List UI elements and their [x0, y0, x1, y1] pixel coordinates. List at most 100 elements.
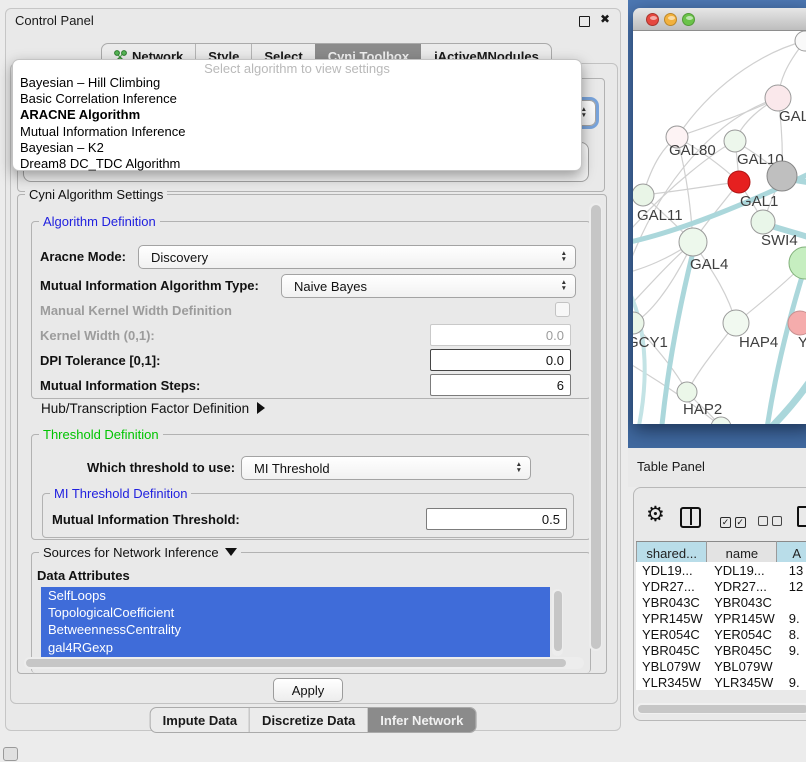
table-panel-title: Table Panel — [637, 459, 705, 474]
table-cell[interactable]: YDR27... — [708, 578, 783, 594]
dpi-tolerance-field[interactable]: 0.0 — [430, 349, 571, 371]
dropdown-item[interactable]: ARACNE Algorithm — [13, 107, 581, 123]
combobox-stepper-icon: ▲▼ — [561, 251, 567, 263]
network-collection-value: gal-filtered.sif default node — [26, 179, 190, 182]
attribute-list-item[interactable]: gal4RGexp — [41, 639, 550, 656]
table-cell[interactable] — [783, 658, 806, 674]
settings-group-title: Cyni Algorithm Settings — [25, 187, 167, 202]
table-cell[interactable]: YBR045C — [636, 642, 708, 658]
table-cell[interactable]: YER054C — [708, 626, 783, 642]
table-row[interactable]: YBL079WYBL079W — [636, 658, 806, 674]
network-node-gal10[interactable] — [724, 130, 746, 152]
network-node-hap4[interactable] — [723, 310, 749, 336]
mi-type-combobox[interactable]: Naive Bayes ▲▼ — [281, 274, 576, 298]
kernel-width-field[interactable]: 0.0 — [430, 324, 571, 346]
zoom-window-icon[interactable] — [682, 13, 695, 26]
table-cell[interactable]: YBL079W — [636, 658, 708, 674]
table-cell[interactable]: YLR345W — [636, 674, 708, 690]
data-attributes-label: Data Attributes — [37, 568, 130, 583]
network-node-gal4[interactable] — [679, 228, 707, 256]
combobox-stepper-icon: ▲▼ — [516, 462, 522, 474]
table-row[interactable]: YDR27...YDR27...12 — [636, 578, 806, 594]
manual-kernel-checkbox[interactable] — [555, 302, 570, 317]
table-cell[interactable] — [783, 594, 806, 610]
aracne-mode-value: Discovery — [139, 250, 561, 265]
table-row[interactable]: YBR043CYBR043C — [636, 594, 806, 610]
algorithm-definition-title: Algorithm Definition — [39, 214, 160, 229]
minimize-window-icon[interactable] — [664, 13, 677, 26]
table-row[interactable]: YPR145WYPR145W9. — [636, 610, 806, 626]
network-node-swi4[interactable] — [751, 210, 775, 234]
network-node-gal11[interactable] — [633, 184, 654, 206]
attribute-list-item[interactable]: SelfLoops — [41, 587, 550, 604]
node-label: GAL1 — [740, 193, 778, 210]
attribute-list-item[interactable]: TopologicalCoefficient — [41, 604, 550, 621]
gear-icon[interactable]: ⚙ — [646, 502, 665, 527]
tab-impute-data[interactable]: Impute Data — [151, 708, 249, 732]
attribute-list-item[interactable]: BetweennessCentrality — [41, 621, 550, 638]
table-row[interactable]: YER054CYER054C8. — [636, 626, 806, 642]
table-cell[interactable]: YDL19... — [708, 562, 783, 578]
dropdown-item[interactable]: Dream8 DC_TDC Algorithm — [13, 156, 581, 172]
manual-kernel-label: Manual Kernel Width Definition — [40, 303, 232, 318]
tab-infer-network[interactable]: Infer Network — [367, 708, 475, 732]
table-cell[interactable]: 8. — [783, 626, 806, 642]
close-icon[interactable]: ✖ — [600, 12, 610, 26]
table-cell[interactable]: 9. — [783, 642, 806, 658]
table-horizontal-scrollbar[interactable] — [636, 703, 806, 714]
table-cell[interactable]: YLR345W — [708, 674, 783, 690]
mi-steps-label: Mutual Information Steps: — [40, 378, 200, 393]
network-canvas[interactable]: GALGAL80GAL10GAL1GAL11SWI4GAL4GCY1HAP4YH… — [633, 31, 806, 424]
table-row[interactable]: YDL19...YDL19...13 — [636, 562, 806, 578]
table-cell[interactable]: YDR27... — [636, 578, 708, 594]
table-cell[interactable]: YER054C — [636, 626, 708, 642]
table-cell[interactable]: 9. — [783, 610, 806, 626]
columns-icon[interactable] — [680, 507, 701, 528]
mi-threshold-field[interactable]: 0.5 — [426, 508, 567, 530]
dropdown-item[interactable]: Basic Correlation Inference — [13, 91, 581, 107]
aracne-mode-combobox[interactable]: Discovery ▲▼ — [138, 245, 576, 269]
show-columns-icon[interactable]: ✓ ✓ — [720, 513, 746, 528]
mi-type-label: Mutual Information Algorithm Type: — [40, 278, 259, 293]
collapsed-panel-icon[interactable] — [3, 747, 18, 761]
table-row[interactable]: YLR345WYLR345W9. — [636, 674, 806, 690]
network-node-hap2[interactable] — [677, 382, 697, 402]
dropdown-item[interactable]: Bayesian – Hill Climbing — [13, 75, 581, 91]
table-cell[interactable]: 13 — [783, 562, 806, 578]
application-root: Control Panel ✖ NetworkStyleSelectCyni T… — [0, 0, 806, 762]
network-window-titlebar[interactable] — [633, 8, 806, 31]
apply-button[interactable]: Apply — [273, 678, 343, 702]
table-cell[interactable]: YBR043C — [636, 594, 708, 610]
table-cell[interactable]: YPR145W — [708, 610, 783, 626]
dropdown-item[interactable]: Mutual Information Inference — [13, 124, 581, 140]
network-node[interactable] — [767, 161, 797, 191]
sources-group: Sources for Network Inference Data Attri… — [31, 552, 591, 673]
table-row[interactable]: YBR045CYBR045C9. — [636, 642, 806, 658]
hub-definition-toggle[interactable]: Hub/Transcription Factor Definition — [41, 401, 265, 416]
table-cell[interactable]: YBL079W — [708, 658, 783, 674]
hide-columns-icon[interactable] — [758, 514, 782, 529]
tab-discretize-data[interactable]: Discretize Data — [249, 708, 367, 732]
table-cell[interactable]: YBR043C — [708, 594, 783, 610]
mi-steps-value: 6 — [557, 378, 564, 393]
which-threshold-combobox[interactable]: MI Threshold ▲▼ — [241, 456, 531, 480]
float-window-icon[interactable] — [579, 16, 590, 27]
horizontal-scrollbar[interactable] — [24, 657, 584, 669]
network-node[interactable] — [789, 247, 806, 279]
vertical-scrollbar[interactable] — [589, 203, 602, 651]
table-cell[interactable]: 9. — [783, 674, 806, 690]
network-node[interactable] — [795, 31, 806, 51]
network-node-gal1[interactable] — [728, 171, 750, 193]
cyni-toolbox-panel: ▲▼ gal-filtered.sif default node ▲▼ Sele… — [10, 63, 618, 704]
mi-steps-field[interactable]: 6 — [430, 374, 571, 396]
dropdown-item[interactable]: Bayesian – K2 — [13, 140, 581, 156]
close-window-icon[interactable] — [646, 13, 659, 26]
table-cell[interactable]: YPR145W — [636, 610, 708, 626]
table-cell[interactable]: 12 — [783, 578, 806, 594]
sources-toggle[interactable]: Sources for Network Inference — [39, 545, 241, 560]
new-table-icon[interactable] — [797, 506, 806, 527]
table-cell[interactable]: YDL19... — [636, 562, 708, 578]
table-cell[interactable]: YBR045C — [708, 642, 783, 658]
list-scrollbar[interactable] — [552, 589, 563, 656]
node-label: Y — [798, 334, 806, 351]
